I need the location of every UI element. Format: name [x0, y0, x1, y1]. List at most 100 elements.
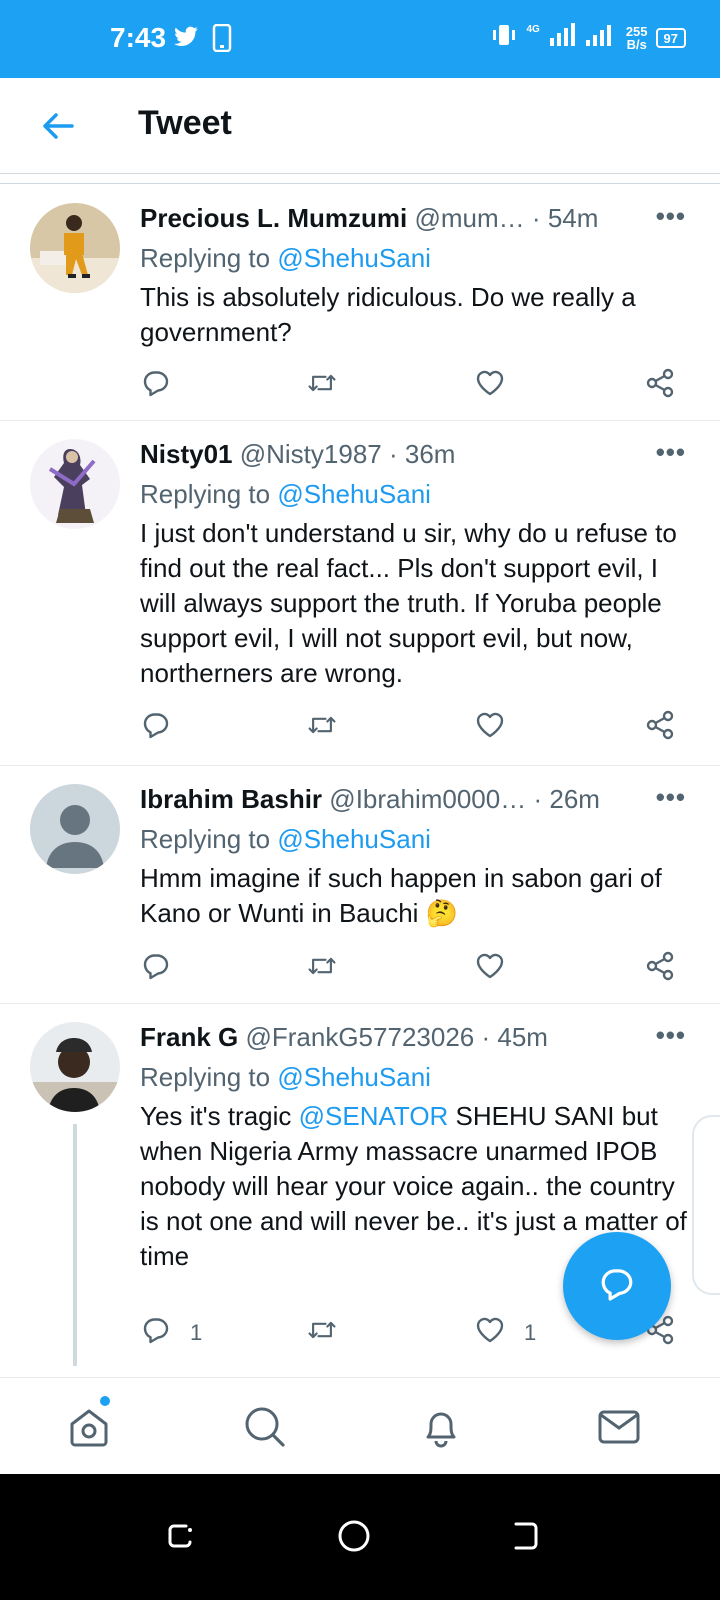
- phone-icon: [212, 23, 232, 57]
- system-nav-bar: [0, 1474, 720, 1600]
- dot-separator: ·: [531, 203, 541, 233]
- status-bar: 7:43 4G 255 B/s 97: [0, 0, 720, 78]
- retweet-icon: [306, 367, 338, 405]
- tweet-time: 54m: [547, 203, 599, 233]
- tweet-actions: [140, 950, 680, 986]
- heart-icon: [474, 1314, 506, 1352]
- author-handle[interactable]: @Ibrahim0000…: [329, 784, 526, 814]
- edge-panel-handle[interactable]: [692, 1115, 720, 1295]
- tweet-time: 45m: [497, 1022, 548, 1052]
- author-name[interactable]: Precious L. Mumzumi: [140, 203, 407, 233]
- back-button-icon[interactable]: [506, 1516, 546, 1556]
- mention-link[interactable]: @SENATOR: [299, 1101, 449, 1131]
- share-button[interactable]: [644, 950, 676, 988]
- mail-icon[interactable]: [596, 1404, 642, 1450]
- heart-icon: [474, 709, 506, 747]
- reply-button[interactable]: [140, 950, 190, 988]
- author-handle[interactable]: @FrankG57723026: [245, 1022, 474, 1052]
- tweet-text: I just don't understand u sir, why do u …: [140, 518, 677, 688]
- tweet-actions: [140, 367, 680, 403]
- avatar[interactable]: [30, 439, 120, 529]
- reply-button[interactable]: 1: [140, 1314, 202, 1352]
- retweet-icon: [306, 950, 338, 988]
- author-handle[interactable]: @Nisty1987: [240, 439, 382, 469]
- compose-reply-button[interactable]: [563, 1232, 671, 1340]
- avatar[interactable]: [30, 784, 120, 874]
- retweet-icon: [306, 709, 338, 747]
- heart-icon: [474, 367, 506, 405]
- more-icon[interactable]: •••: [656, 201, 686, 232]
- retweet-icon: [306, 1314, 338, 1352]
- bottom-nav: [0, 1377, 720, 1474]
- author-name[interactable]: Frank G: [140, 1022, 238, 1052]
- share-icon: [644, 709, 676, 747]
- retweet-button[interactable]: [306, 367, 338, 405]
- compose-reply-icon: [597, 1264, 637, 1309]
- share-icon: [644, 950, 676, 988]
- author-handle[interactable]: @mum…: [415, 203, 525, 233]
- more-icon[interactable]: •••: [656, 1020, 686, 1051]
- tweet-time: 26m: [549, 784, 600, 814]
- like-button[interactable]: [474, 367, 524, 405]
- reply-button[interactable]: [140, 367, 190, 405]
- recent-apps-icon[interactable]: [160, 1516, 200, 1556]
- reply-icon: [140, 950, 172, 988]
- tweet-actions: [140, 709, 680, 745]
- mention-link[interactable]: @ShehuSani: [277, 824, 431, 854]
- signal-icon: [548, 22, 618, 53]
- status-time: 7:43: [110, 22, 167, 53]
- replying-to: Replying to @ShehuSani: [140, 824, 431, 854]
- home-icon[interactable]: [66, 1404, 112, 1450]
- network-type: 4G: [526, 24, 540, 35]
- battery-level: 97: [655, 27, 686, 48]
- mention-link[interactable]: @ShehuSani: [277, 243, 431, 273]
- dot-separator: ·: [533, 784, 543, 814]
- new-content-indicator: [100, 1396, 110, 1406]
- retweet-button[interactable]: [306, 1314, 338, 1352]
- tweet[interactable]: Precious L. Mumzumi @mum… · 54m ••• Repl…: [0, 185, 720, 421]
- reply-icon: [140, 709, 172, 747]
- avatar[interactable]: [30, 203, 120, 293]
- more-icon[interactable]: •••: [656, 437, 686, 468]
- reply-button[interactable]: [140, 709, 190, 747]
- home-button-icon[interactable]: [334, 1516, 374, 1556]
- status-right: 4G 255 B/s 97: [490, 22, 686, 53]
- replying-to: Replying to @ShehuSani: [140, 243, 431, 273]
- share-icon: [644, 367, 676, 405]
- like-button[interactable]: [474, 709, 524, 747]
- like-button[interactable]: 1: [474, 1314, 536, 1352]
- mention-link[interactable]: @ShehuSani: [277, 1062, 431, 1092]
- network-speed: 255 B/s: [625, 23, 648, 52]
- retweet-button[interactable]: [306, 709, 338, 747]
- search-icon[interactable]: [242, 1404, 288, 1450]
- reply-count: 1: [190, 1320, 203, 1345]
- more-icon[interactable]: •••: [656, 782, 686, 813]
- bell-icon[interactable]: [418, 1404, 464, 1450]
- tweet[interactable]: Nisty01 @Nisty1987 · 36m ••• Replying to…: [0, 421, 720, 766]
- tweet[interactable]: Ibrahim Bashir @Ibrahim0000… · 26m ••• R…: [0, 766, 720, 1004]
- twitter-bird-icon: [172, 24, 200, 55]
- author-name[interactable]: Nisty01: [140, 439, 233, 469]
- dot-separator: ·: [388, 439, 398, 469]
- like-button[interactable]: [474, 950, 524, 988]
- mention-link[interactable]: @ShehuSani: [277, 479, 431, 509]
- header-divider: [0, 183, 720, 184]
- tweet-header: Frank G @FrankG57723026 · 45m: [140, 1022, 548, 1053]
- tweet-time: 36m: [404, 439, 456, 469]
- reply-icon: [140, 367, 172, 405]
- reply-feed: Precious L. Mumzumi @mum… · 54m ••• Repl…: [0, 185, 720, 1377]
- share-button[interactable]: [644, 367, 676, 405]
- tweet-text: This is absolutely ridiculous. Do we rea…: [140, 282, 636, 347]
- retweet-button[interactable]: [306, 950, 338, 988]
- tweet-header: Nisty01 @Nisty1987 · 36m: [140, 439, 455, 470]
- vibrate-icon: [490, 22, 518, 53]
- replying-to: Replying to @ShehuSani: [140, 479, 431, 509]
- replying-to: Replying to @ShehuSani: [140, 1062, 431, 1092]
- share-button[interactable]: [644, 709, 676, 747]
- tweet-header: Precious L. Mumzumi @mum… · 54m: [140, 203, 598, 234]
- author-name[interactable]: Ibrahim Bashir: [140, 784, 322, 814]
- avatar[interactable]: [30, 1022, 120, 1112]
- arrow-left-icon[interactable]: [38, 106, 78, 146]
- app-header: Tweet: [0, 78, 720, 174]
- reply-icon: [140, 1314, 172, 1352]
